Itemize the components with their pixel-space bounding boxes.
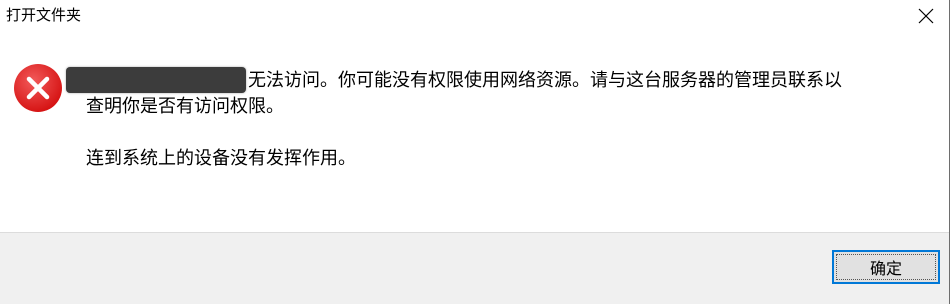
message-line-3: 连到系统上的设备没有发挥作用。 xyxy=(86,148,356,169)
message-line-1-text: 无法访问。你可能没有权限使用网络资源。请与这台服务器的管理员联系以 xyxy=(248,70,842,91)
error-message: 无法访问。你可能没有权限使用网络资源。请与这台服务器的管理员联系以 查明你是否有… xyxy=(66,67,936,172)
window-title: 打开文件夹 xyxy=(6,6,82,24)
message-line-2: 查明你是否有访问权限。 xyxy=(86,96,284,117)
redacted-path xyxy=(66,67,246,93)
ok-button[interactable]: 确定 xyxy=(832,250,940,284)
dialog-window: 打开文件夹 无法访问。你可能没有权限使用网络资源。请与这台服务器的管理员联系以 … xyxy=(0,0,950,304)
button-bar: 确定 xyxy=(0,232,949,304)
close-icon xyxy=(918,8,934,24)
dialog-content: 无法访问。你可能没有权限使用网络资源。请与这台服务器的管理员联系以 查明你是否有… xyxy=(0,32,949,232)
error-icon xyxy=(14,64,62,112)
close-button[interactable] xyxy=(903,0,949,32)
message-line-1: 无法访问。你可能没有权限使用网络资源。请与这台服务器的管理员联系以 xyxy=(66,67,936,94)
title-bar: 打开文件夹 xyxy=(0,0,949,32)
ok-button-label: 确定 xyxy=(869,259,902,278)
